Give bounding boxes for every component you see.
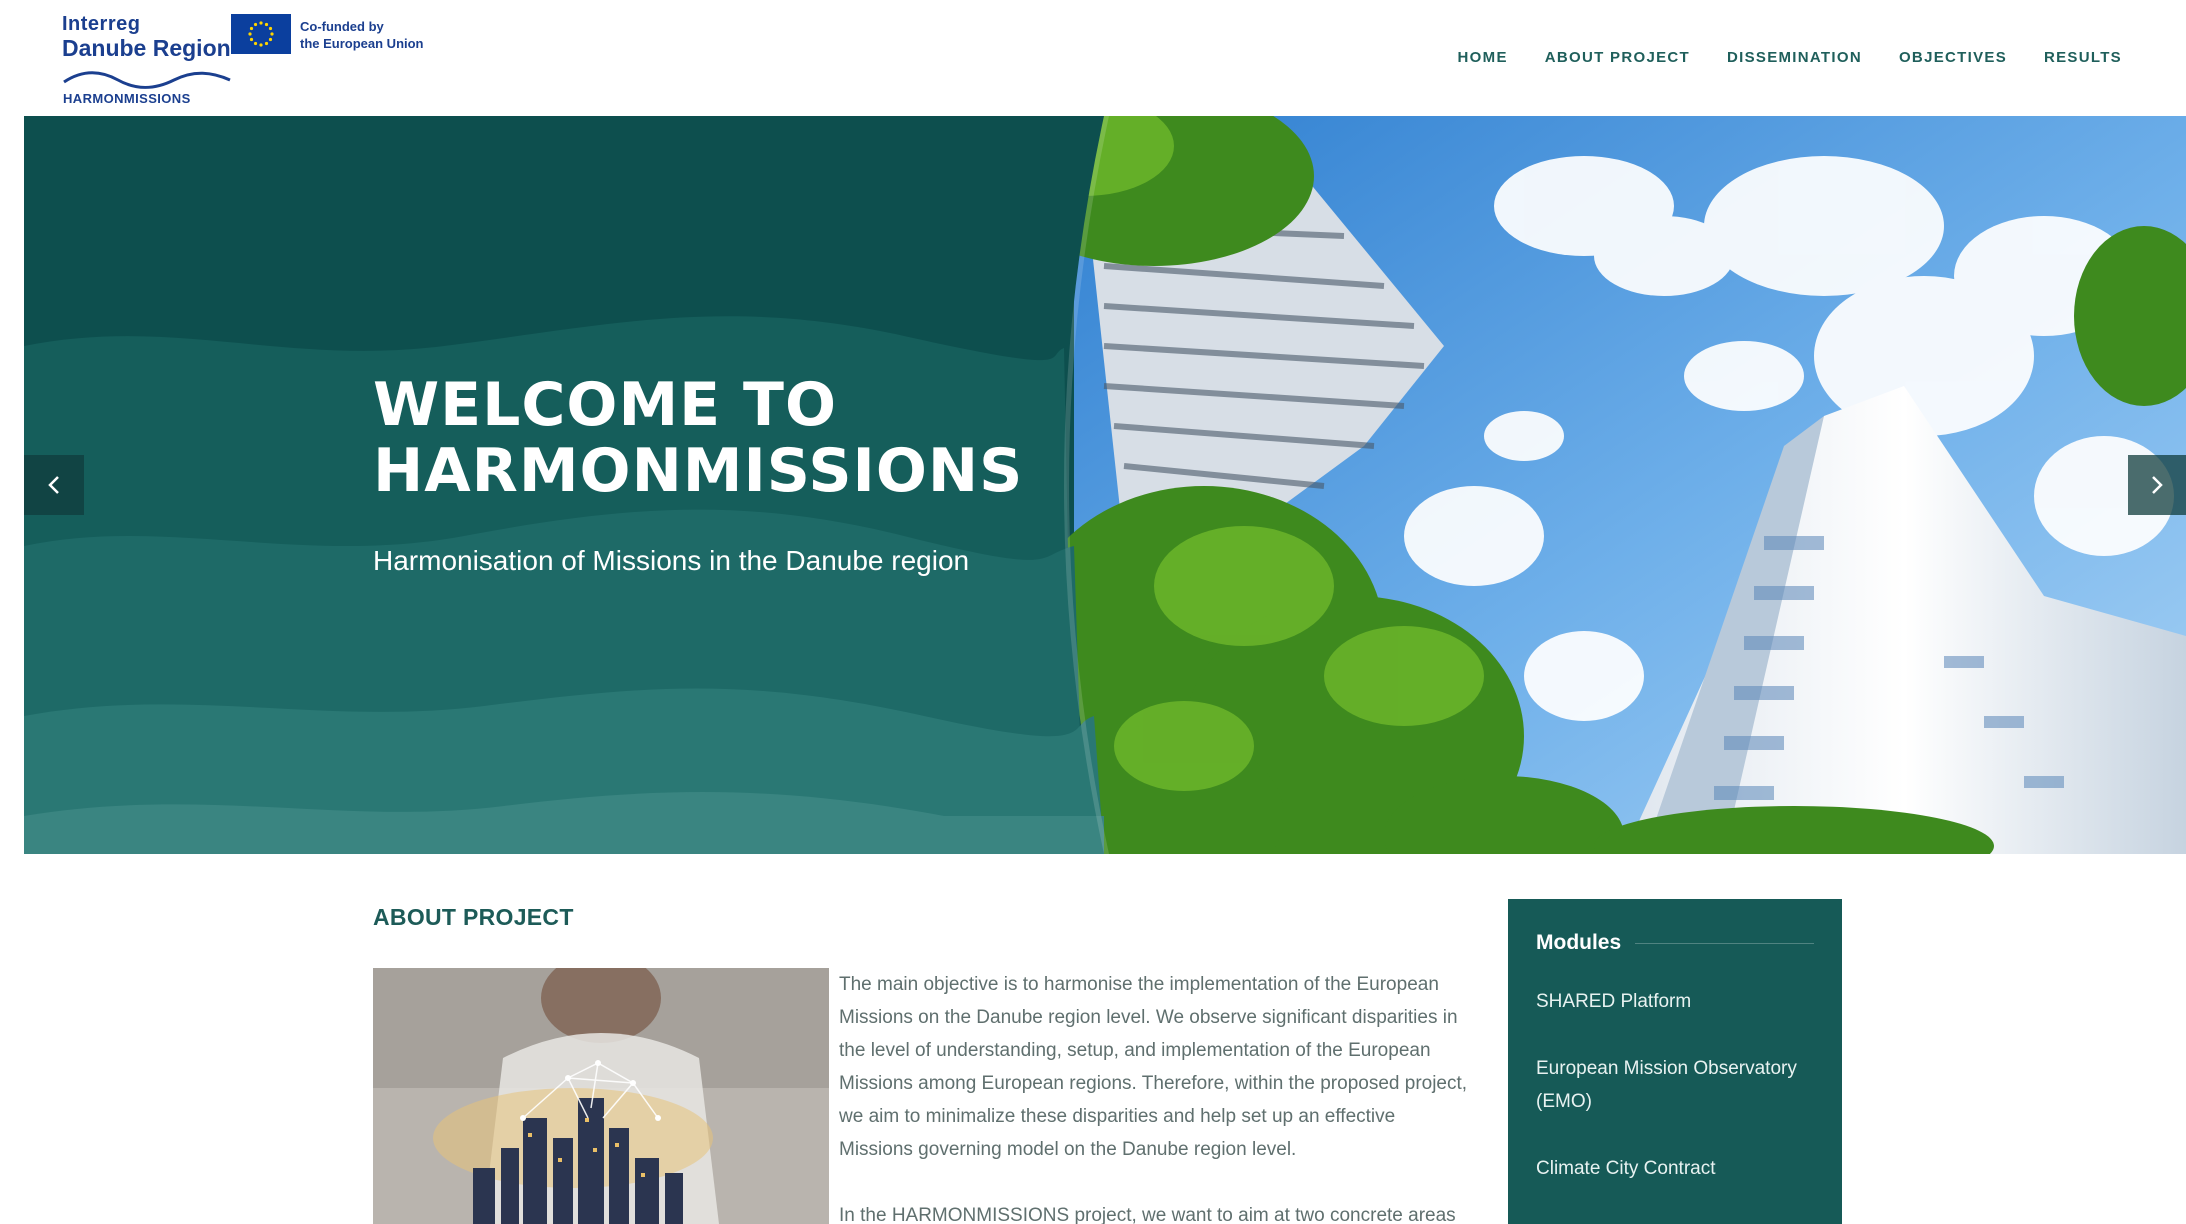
cofunded-text: Co-funded by the European Union: [300, 19, 424, 51]
logo-project-name: HARMONMISSIONS: [63, 91, 191, 106]
hero-title-line-2: HARMONMISSIONS: [373, 436, 1024, 506]
main-nav: HOME ABOUT PROJECT DISSEMINATION OBJECTI…: [1458, 48, 2122, 68]
hero-background-image: [24, 116, 2186, 854]
about-project-image: [373, 968, 829, 1224]
slider-prev-button[interactable]: [24, 455, 84, 515]
hero-title: WELCOME TO HARMONMISSIONS: [373, 372, 1023, 504]
module-shared-platform[interactable]: SHARED Platform: [1536, 985, 1814, 1018]
hero-subtitle: Harmonisation of Missions in the Danube …: [373, 545, 970, 576]
nav-results[interactable]: RESULTS: [2044, 48, 2122, 68]
site-header: Interreg Danube Region HARMONMISSIONS Co…: [0, 0, 2186, 116]
modules-divider: [1635, 942, 1814, 944]
about-heading: ABOUT PROJECT: [373, 904, 574, 930]
logo-region-text: Danube Region: [62, 35, 231, 61]
chevron-right-icon: [2152, 476, 2163, 494]
about-body: The main objective is to harmonise the i…: [839, 968, 1469, 1224]
nav-about-project[interactable]: ABOUT PROJECT: [1545, 48, 1690, 68]
modules-title: Modules: [1536, 931, 1622, 954]
hero-title-line-1: WELCOME TO: [373, 370, 837, 440]
module-climate-city-contract[interactable]: Climate City Contract: [1536, 1152, 1814, 1185]
nav-home[interactable]: HOME: [1458, 48, 1508, 68]
about-paragraph-2: In the HARMONMISSIONS project, we want t…: [839, 1205, 1456, 1224]
module-european-mission-observatory[interactable]: European Mission Observatory (EMO): [1536, 1052, 1814, 1118]
eu-flag-icon: [231, 14, 291, 54]
modules-header: Modules: [1536, 931, 1814, 955]
chevron-left-icon: [48, 476, 59, 494]
hero-slider: WELCOME TO HARMONMISSIONS Harmonisation …: [24, 116, 2186, 854]
interreg-logo[interactable]: Interreg Danube Region HARMONMISSIONS: [62, 14, 232, 108]
modules-sidebar: Modules SHARED Platform European Mission…: [1508, 899, 1842, 1224]
slider-next-button[interactable]: [2128, 455, 2186, 515]
logo-interreg-text: Interreg: [62, 13, 141, 35]
nav-dissemination[interactable]: DISSEMINATION: [1727, 48, 1862, 68]
nav-objectives[interactable]: OBJECTIVES: [1899, 48, 2007, 68]
about-paragraph-1: The main objective is to harmonise the i…: [839, 974, 1468, 1160]
